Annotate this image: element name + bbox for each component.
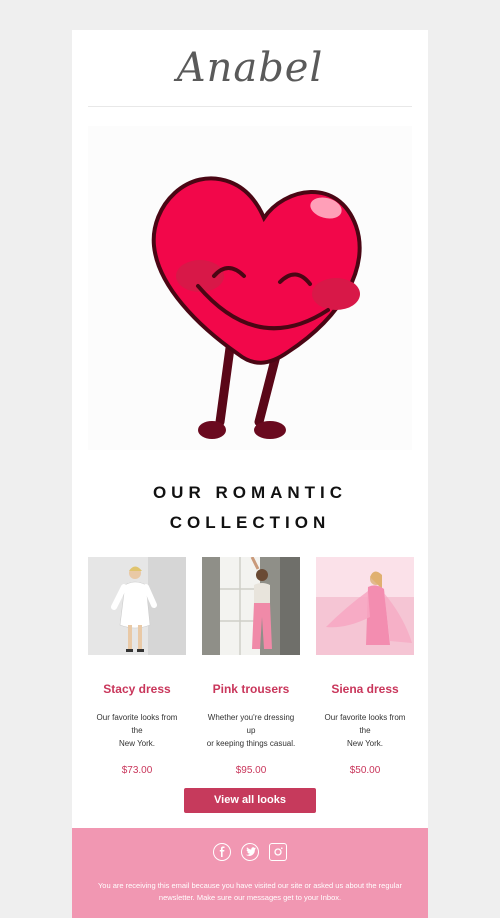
product-image-pink-trousers[interactable] [202, 557, 300, 655]
header-divider [88, 106, 412, 107]
product-name[interactable]: Pink trousers [202, 681, 300, 697]
product-price: $73.00 [121, 765, 153, 776]
product-description-line1: Our favorite looks from the [96, 713, 178, 735]
section-title: OUR ROMANTIC COLLECTION [72, 478, 428, 538]
product-card-siena-dress: Siena dress Our favorite looks from the … [316, 557, 414, 778]
product-description-line1: Our favorite looks from the [324, 713, 406, 735]
footer: You are receiving this email because you… [72, 828, 428, 918]
product-price: $50.00 [349, 765, 381, 776]
footer-note-line2: newsletter. Make sure our messages get t… [158, 893, 342, 902]
instagram-icon[interactable] [269, 843, 288, 861]
section-title-line1: OUR ROMANTIC [152, 483, 348, 502]
twitter-icon[interactable] [241, 843, 259, 861]
product-description-line2: or keeping things casual. [206, 739, 296, 748]
product-description: Our favorite looks from the New York. [88, 711, 186, 750]
facebook-icon[interactable] [212, 843, 231, 861]
view-all-looks-button[interactable]: View all looks [184, 788, 316, 813]
product-image-siena-dress[interactable] [316, 557, 414, 655]
product-name[interactable]: Siena dress [316, 681, 414, 697]
product-description-line1: Whether you're dressing up [207, 713, 295, 735]
product-card-stacy-dress: Stacy dress Our favorite looks from the … [88, 557, 186, 778]
footer-note: You are receiving this email because you… [86, 880, 414, 904]
product-image-stacy-dress[interactable] [88, 557, 186, 655]
footer-note-line1: You are receiving this email because you… [97, 881, 403, 890]
product-description: Our favorite looks from the New York. [316, 711, 414, 750]
product-description: Whether you're dressing up or keeping th… [202, 711, 300, 750]
email-container: Anabel OUR ROMANTIC COLLECTION Stacy dre… [72, 30, 428, 918]
product-description-line2: New York. [346, 739, 384, 748]
hero-image [88, 126, 412, 450]
heart-illustration [151, 176, 362, 439]
product-card-pink-trousers: Pink trousers Whether you're dressing up… [202, 557, 300, 778]
brand-logo[interactable]: Anabel [72, 38, 428, 98]
product-description-line2: New York. [118, 739, 156, 748]
product-name[interactable]: Stacy dress [88, 681, 186, 697]
section-title-line2: COLLECTION [169, 513, 331, 532]
social-links [72, 843, 428, 863]
product-price: $95.00 [235, 765, 267, 776]
